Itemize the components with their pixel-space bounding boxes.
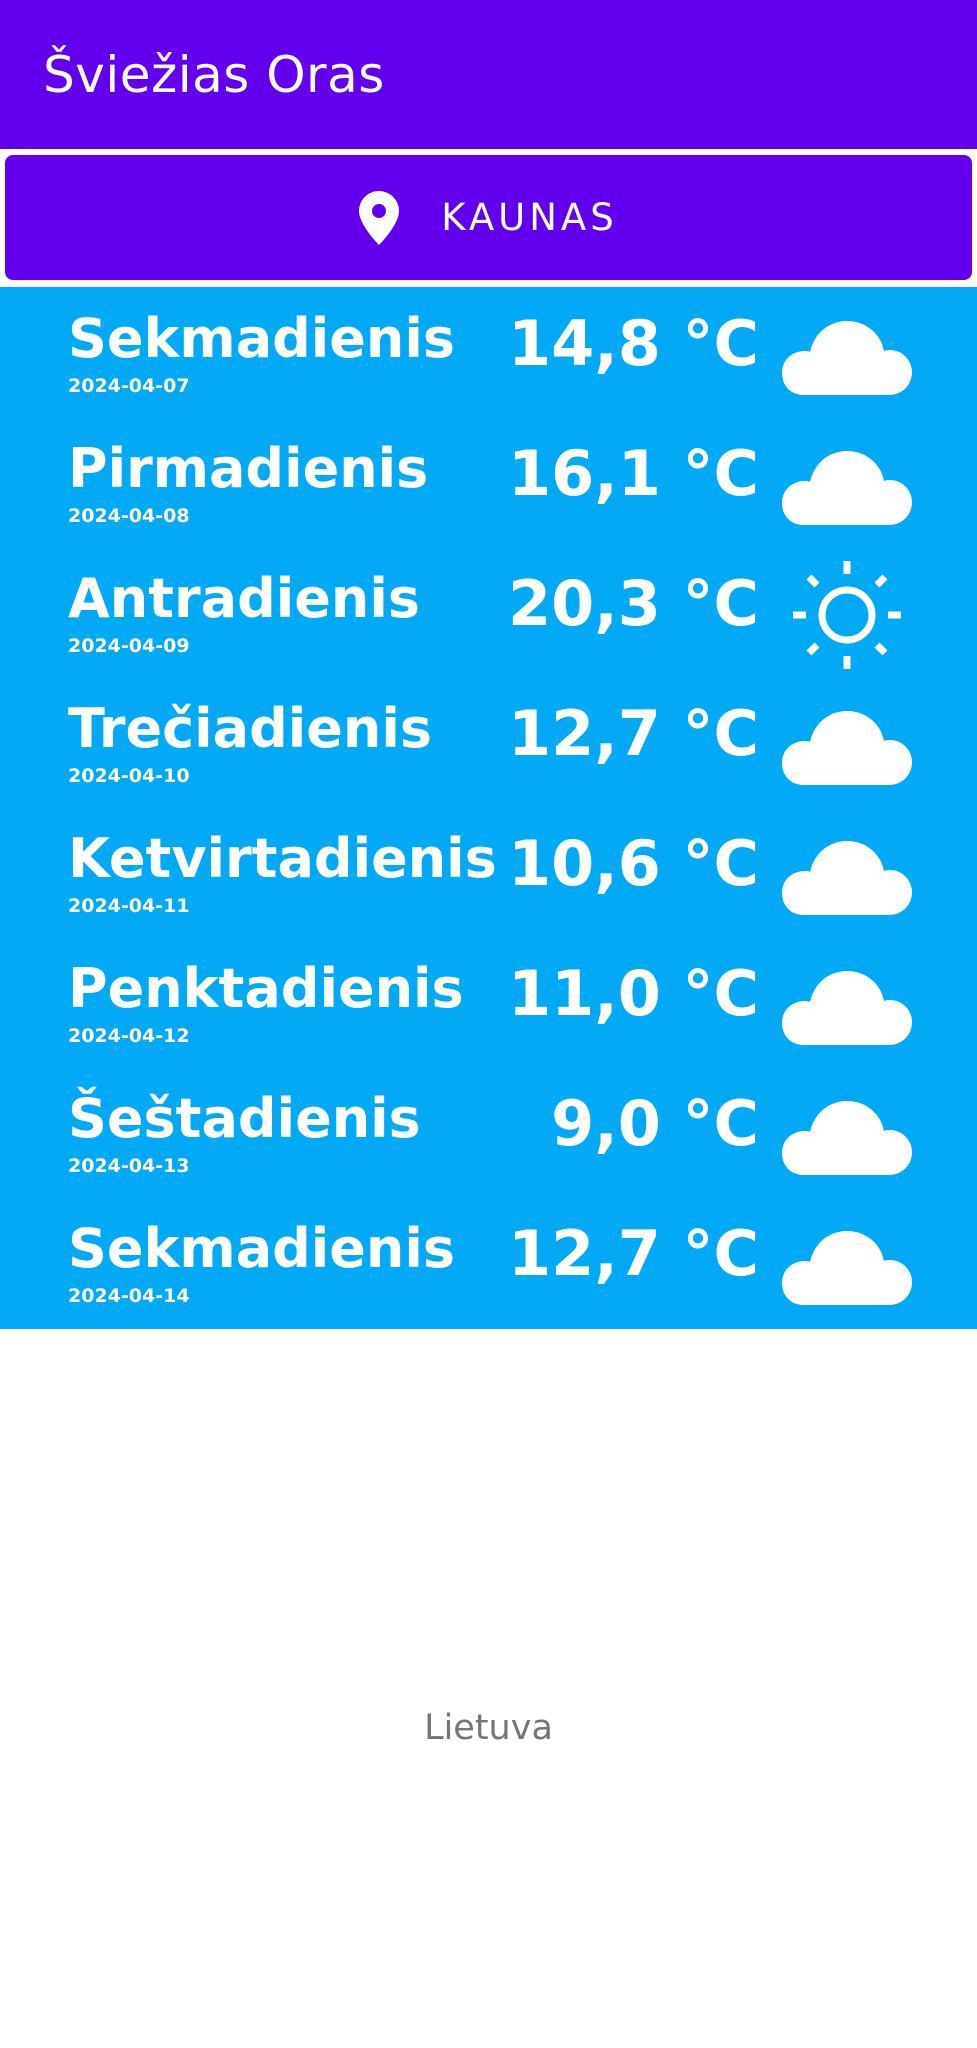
day-name: Sekmadienis — [68, 1217, 456, 1280]
day-date: 2024-04-12 — [68, 1025, 190, 1047]
day-name: Pirmadienis — [68, 437, 429, 500]
cloud-icon — [782, 699, 912, 789]
location-pin-icon — [359, 190, 400, 245]
forecast-row: Antradienis 2024-04-09 20,3 °C — [0, 547, 977, 677]
app-title: Šviežias Oras — [43, 45, 385, 104]
day-date: 2024-04-13 — [68, 1155, 190, 1177]
temperature: 14,8 °C — [507, 307, 759, 380]
day-name: Antradienis — [68, 567, 421, 630]
forecast-list: Sekmadienis 2024-04-07 14,8 °C Pirmadien… — [0, 287, 977, 1329]
day-name: Sekmadienis — [68, 307, 456, 370]
day-date: 2024-04-11 — [68, 895, 190, 917]
temperature: 20,3 °C — [507, 567, 759, 640]
forecast-row: Pirmadienis 2024-04-08 16,1 °C — [0, 417, 977, 547]
temperature: 9,0 °C — [551, 1087, 759, 1160]
forecast-row: Šeštadienis 2024-04-13 9,0 °C — [0, 1067, 977, 1197]
forecast-row: Penktadienis 2024-04-12 11,0 °C — [0, 937, 977, 1067]
forecast-row: Sekmadienis 2024-04-07 14,8 °C — [0, 287, 977, 417]
temperature: 11,0 °C — [507, 957, 759, 1030]
temperature: 16,1 °C — [507, 437, 759, 510]
sun-icon — [782, 561, 912, 669]
cloud-icon — [782, 1089, 912, 1179]
day-name: Penktadienis — [68, 957, 464, 1020]
cloud-icon — [782, 1219, 912, 1309]
location-label: KAUNAS — [441, 196, 618, 239]
cloud-icon — [782, 829, 912, 919]
temperature: 10,6 °C — [507, 827, 759, 900]
day-date: 2024-04-08 — [68, 505, 190, 527]
location-button[interactable]: KAUNAS — [5, 155, 972, 280]
cloud-icon — [782, 959, 912, 1049]
day-name: Trečiadienis — [68, 697, 432, 760]
day-date: 2024-04-09 — [68, 635, 190, 657]
day-name: Šeštadienis — [68, 1087, 421, 1150]
temperature: 12,7 °C — [507, 697, 759, 770]
day-date: 2024-04-14 — [68, 1285, 190, 1307]
day-date: 2024-04-10 — [68, 765, 190, 787]
cloud-icon — [782, 309, 912, 399]
country-label: Lietuva — [424, 1708, 553, 1748]
temperature: 12,7 °C — [507, 1217, 759, 1290]
day-date: 2024-04-07 — [68, 375, 190, 397]
forecast-row: Ketvirtadienis 2024-04-11 10,6 °C — [0, 807, 977, 937]
forecast-row: Trečiadienis 2024-04-10 12,7 °C — [0, 677, 977, 807]
app-bar: Šviežias Oras — [0, 0, 977, 149]
day-name: Ketvirtadienis — [68, 827, 497, 890]
forecast-row: Sekmadienis 2024-04-14 12,7 °C — [0, 1197, 977, 1327]
cloud-icon — [782, 439, 912, 529]
